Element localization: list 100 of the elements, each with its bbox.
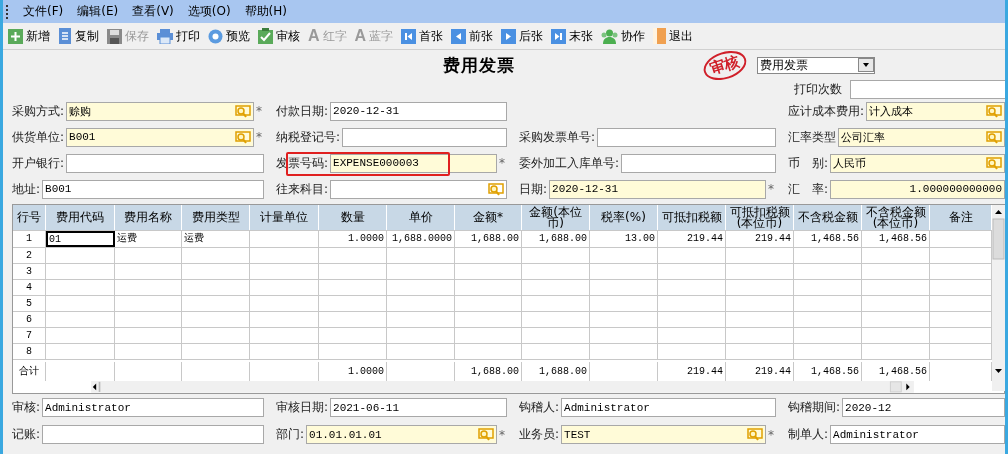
input-field[interactable] bbox=[342, 127, 507, 147]
document-icon bbox=[58, 28, 72, 44]
type-select[interactable]: 费用发票 bbox=[757, 56, 875, 74]
field-label: 打印次数 bbox=[794, 80, 842, 98]
field-label: 日期: bbox=[519, 180, 548, 198]
field-label: 制单人: bbox=[788, 426, 829, 443]
input-field[interactable] bbox=[850, 79, 1005, 99]
toolbar-button[interactable]: 退出 bbox=[652, 27, 695, 45]
lookup-icon[interactable] bbox=[747, 428, 763, 441]
input-field[interactable] bbox=[66, 153, 264, 173]
input-field[interactable]: B001 bbox=[42, 179, 264, 199]
printer-icon bbox=[157, 28, 173, 44]
row-number: 2 bbox=[13, 248, 46, 264]
field-label: 部门: bbox=[276, 426, 305, 443]
door-icon bbox=[653, 28, 667, 44]
table-cell: 1,468.56 bbox=[794, 231, 862, 248]
input-field[interactable]: Administrator bbox=[42, 398, 264, 417]
menu-item[interactable]: 编辑(E) bbox=[77, 3, 119, 20]
lookup-icon[interactable] bbox=[986, 156, 1002, 170]
lookup-icon[interactable] bbox=[986, 104, 1002, 118]
input-field[interactable]: 2020-12 bbox=[842, 398, 1005, 417]
toolbar-button[interactable]: 后张 bbox=[500, 27, 545, 45]
input-field[interactable] bbox=[597, 127, 776, 147]
column-header: 可抵扣税额(本位币) bbox=[726, 205, 794, 231]
grip-icon bbox=[6, 3, 9, 20]
required-mark: * bbox=[255, 130, 263, 144]
column-header: 费用代码 bbox=[46, 205, 115, 231]
input-field[interactable]: 公司汇率 bbox=[838, 127, 1005, 147]
table-cell: 运费 bbox=[182, 231, 250, 248]
field-label: 审核: bbox=[12, 399, 41, 416]
input-field[interactable]: 2020-12-31 bbox=[549, 179, 766, 199]
table-cell: 1.0000 bbox=[319, 231, 387, 248]
toolbar-button[interactable]: 复制 bbox=[57, 27, 100, 45]
input-field[interactable]: 赊购 bbox=[66, 101, 254, 121]
input-field[interactable]: 1.000000000000 bbox=[830, 179, 1005, 199]
column-header: 税率(%) bbox=[590, 205, 658, 231]
row-number: 1 bbox=[13, 231, 46, 248]
row-number: 6 bbox=[13, 312, 46, 328]
table-cell: 1,688.00 bbox=[522, 231, 590, 248]
required-mark: * bbox=[767, 427, 775, 442]
lookup-icon[interactable] bbox=[235, 130, 251, 144]
lookup-icon[interactable] bbox=[478, 428, 494, 441]
column-header: 行号 bbox=[13, 205, 46, 231]
people-icon bbox=[601, 28, 619, 44]
preview-icon bbox=[208, 28, 223, 44]
lookup-icon[interactable] bbox=[235, 104, 251, 118]
toolbar-button[interactable]: 预览 bbox=[207, 27, 251, 45]
toolbar-button[interactable]: 协作 bbox=[600, 27, 647, 45]
input-field[interactable]: Administrator bbox=[830, 425, 1005, 444]
toolbar-button[interactable]: 前张 bbox=[450, 27, 495, 45]
field-label: 钩稽人: bbox=[519, 399, 560, 416]
input-field[interactable]: 人民币 bbox=[830, 153, 1005, 173]
input-field[interactable]: 2020-12-31 bbox=[330, 101, 507, 121]
field-label: 开户银行: bbox=[12, 154, 65, 172]
menu-item[interactable]: 选项(O) bbox=[187, 3, 231, 20]
first-page-icon bbox=[401, 28, 417, 44]
table-cell: 1,688.0000 bbox=[387, 231, 455, 248]
next-icon bbox=[501, 28, 517, 44]
column-header: 数量 bbox=[319, 205, 387, 231]
toolbar-button[interactable]: 审核 bbox=[257, 27, 301, 45]
field-label: 地址: bbox=[12, 180, 41, 198]
row-number: 4 bbox=[13, 280, 46, 296]
input-field[interactable]: 计入成本 bbox=[866, 101, 1005, 121]
lookup-icon[interactable] bbox=[488, 182, 504, 196]
input-field[interactable]: EXPENSE000003 bbox=[330, 153, 497, 173]
input-field[interactable]: 01.01.01.01 bbox=[306, 425, 497, 444]
row-number: 3 bbox=[13, 264, 46, 280]
field-label: 采购发票单号: bbox=[519, 128, 596, 146]
table-cell: 219.44 bbox=[658, 231, 726, 248]
menu-item[interactable]: 查看(V) bbox=[132, 3, 174, 20]
input-field[interactable]: 2021-06-11 bbox=[330, 398, 507, 417]
field-label: 委外加工入库单号: bbox=[519, 154, 620, 172]
menu-item[interactable]: 文件(F) bbox=[23, 3, 64, 20]
column-header: 金额* bbox=[455, 205, 522, 231]
toolbar-button[interactable]: 末张 bbox=[550, 27, 595, 45]
column-header: 可抵扣税额 bbox=[658, 205, 726, 231]
field-label: 往来科目: bbox=[276, 180, 329, 198]
toolbar-button[interactable]: 首张 bbox=[400, 27, 445, 45]
input-field[interactable] bbox=[621, 153, 776, 173]
column-header: 金额(本位币) bbox=[522, 205, 590, 231]
column-header: 费用名称 bbox=[115, 205, 182, 231]
menu-item[interactable]: 帮助(H) bbox=[244, 3, 287, 20]
required-mark: * bbox=[498, 427, 506, 442]
column-header: 不含税金额(本位币) bbox=[862, 205, 930, 231]
table-cell: 13.00 bbox=[590, 231, 658, 248]
toolbar-button[interactable]: 打印 bbox=[156, 27, 201, 45]
vertical-scrollbar[interactable] bbox=[992, 205, 1005, 391]
input-field[interactable]: Administrator bbox=[561, 398, 776, 417]
field-label: 钩稽期间: bbox=[788, 399, 841, 416]
column-header: 不含税金额 bbox=[794, 205, 862, 231]
row-number: 7 bbox=[13, 328, 46, 344]
previous-icon bbox=[451, 28, 467, 44]
table-cell: 219.44 bbox=[726, 231, 794, 248]
input-field[interactable]: B001 bbox=[66, 127, 254, 147]
table-cell: 运费 bbox=[115, 231, 182, 248]
input-field[interactable] bbox=[330, 179, 507, 199]
input-field[interactable] bbox=[42, 425, 264, 444]
toolbar-button[interactable]: 新增 bbox=[7, 27, 51, 45]
lookup-icon[interactable] bbox=[986, 130, 1002, 144]
input-field[interactable]: TEST bbox=[561, 425, 766, 444]
